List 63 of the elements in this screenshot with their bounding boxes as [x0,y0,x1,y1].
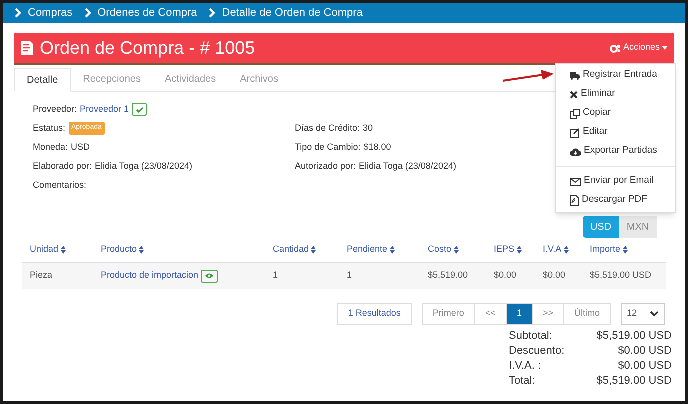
tab[interactable]: Recepciones [71,67,153,91]
header-label: Unidad [30,242,59,256]
table-cell: $0.00 [494,270,517,280]
page-button[interactable]: Último [563,304,610,324]
page-button[interactable]: 1 [506,304,532,324]
menu-item[interactable]: Copiar [556,104,675,123]
total-label: Subtotal: [509,329,552,344]
page-button[interactable]: Primero [422,304,474,324]
field-label: Días de Crédito: [295,122,360,135]
menu-item[interactable]: Registrar Entrada [556,66,675,85]
field-label: Elaborado por: [33,160,92,173]
currency-toggle[interactable]: USD [583,216,619,238]
total-value: $0.00 USD [618,359,672,374]
total-label: Descuento: [509,344,565,359]
tab[interactable]: Detalle [14,68,72,92]
menu-item[interactable]: Editar [556,123,675,142]
page-title: Orden de Compra - # 1005 [40,36,256,60]
field-label: Estatus: [33,122,66,135]
tab[interactable]: Archivos [228,67,290,91]
header-label: Cantidad [273,242,310,256]
page-button[interactable]: >> [532,304,564,324]
product-link[interactable]: Producto de importacion [101,269,199,283]
menu-item[interactable]: Enviar por Email [556,172,675,191]
field-label: Comentarios: [33,178,87,192]
currency-toggle[interactable]: MXN [619,216,657,238]
header-label: Costo [428,242,452,256]
page-size-value: 12 [627,307,638,320]
header-label: Producto [101,242,138,256]
header-label: Importe [590,242,621,256]
results-count: 1 Resultados [337,303,412,325]
tab[interactable]: Actividades [152,67,228,91]
total-value: $5,519.00 USD [596,329,672,344]
table-cell: $0.00 [543,270,566,280]
field-label: Tipo de Cambio: [295,140,361,154]
field-label: Autorizado por: [295,160,356,173]
header-label: I.V.A [543,242,562,256]
supplier-link[interactable]: Proveedor 1 [80,102,130,116]
breadcrumb-link[interactable]: Ordenes de Compra [98,4,198,22]
table-cell: $5,519.00 [428,270,468,280]
field-value: 30 [363,122,374,135]
table-cell: $5,519.00 USD [590,270,652,280]
table-cell: 1 [273,270,278,280]
menu-item[interactable]: Descargar PDF [556,191,675,210]
field-value: USD [71,140,90,154]
table-cell: 1 [347,270,352,280]
header-label: IEPS [494,242,515,256]
total-value: $0.00 USD [618,344,672,359]
menu-item[interactable]: Eliminar [556,85,675,104]
total-value: $5,519.00 USD [596,374,672,389]
actions-button[interactable]: Acciones [610,41,668,55]
table-cell: Pieza [30,270,53,280]
page-size-select[interactable]: 12 [621,303,665,325]
field-value: Elidia Toga (23/08/2024) [95,160,192,173]
total-label: I.V.A. : [509,359,542,374]
header-label: Pendiente [347,242,388,256]
breadcrumb-link[interactable]: Compras [28,4,73,22]
menu-item[interactable]: Exportar Partidas [556,142,675,161]
field-value: $18.00 [364,140,392,154]
field-value: Elidia Toga (23/08/2024) [359,160,456,173]
breadcrumb-link[interactable]: Detalle de Orden de Compra [222,4,363,22]
field-label: Proveedor: [33,102,78,116]
field-label: Moneda: [33,140,68,154]
total-label: Total: [509,374,536,389]
